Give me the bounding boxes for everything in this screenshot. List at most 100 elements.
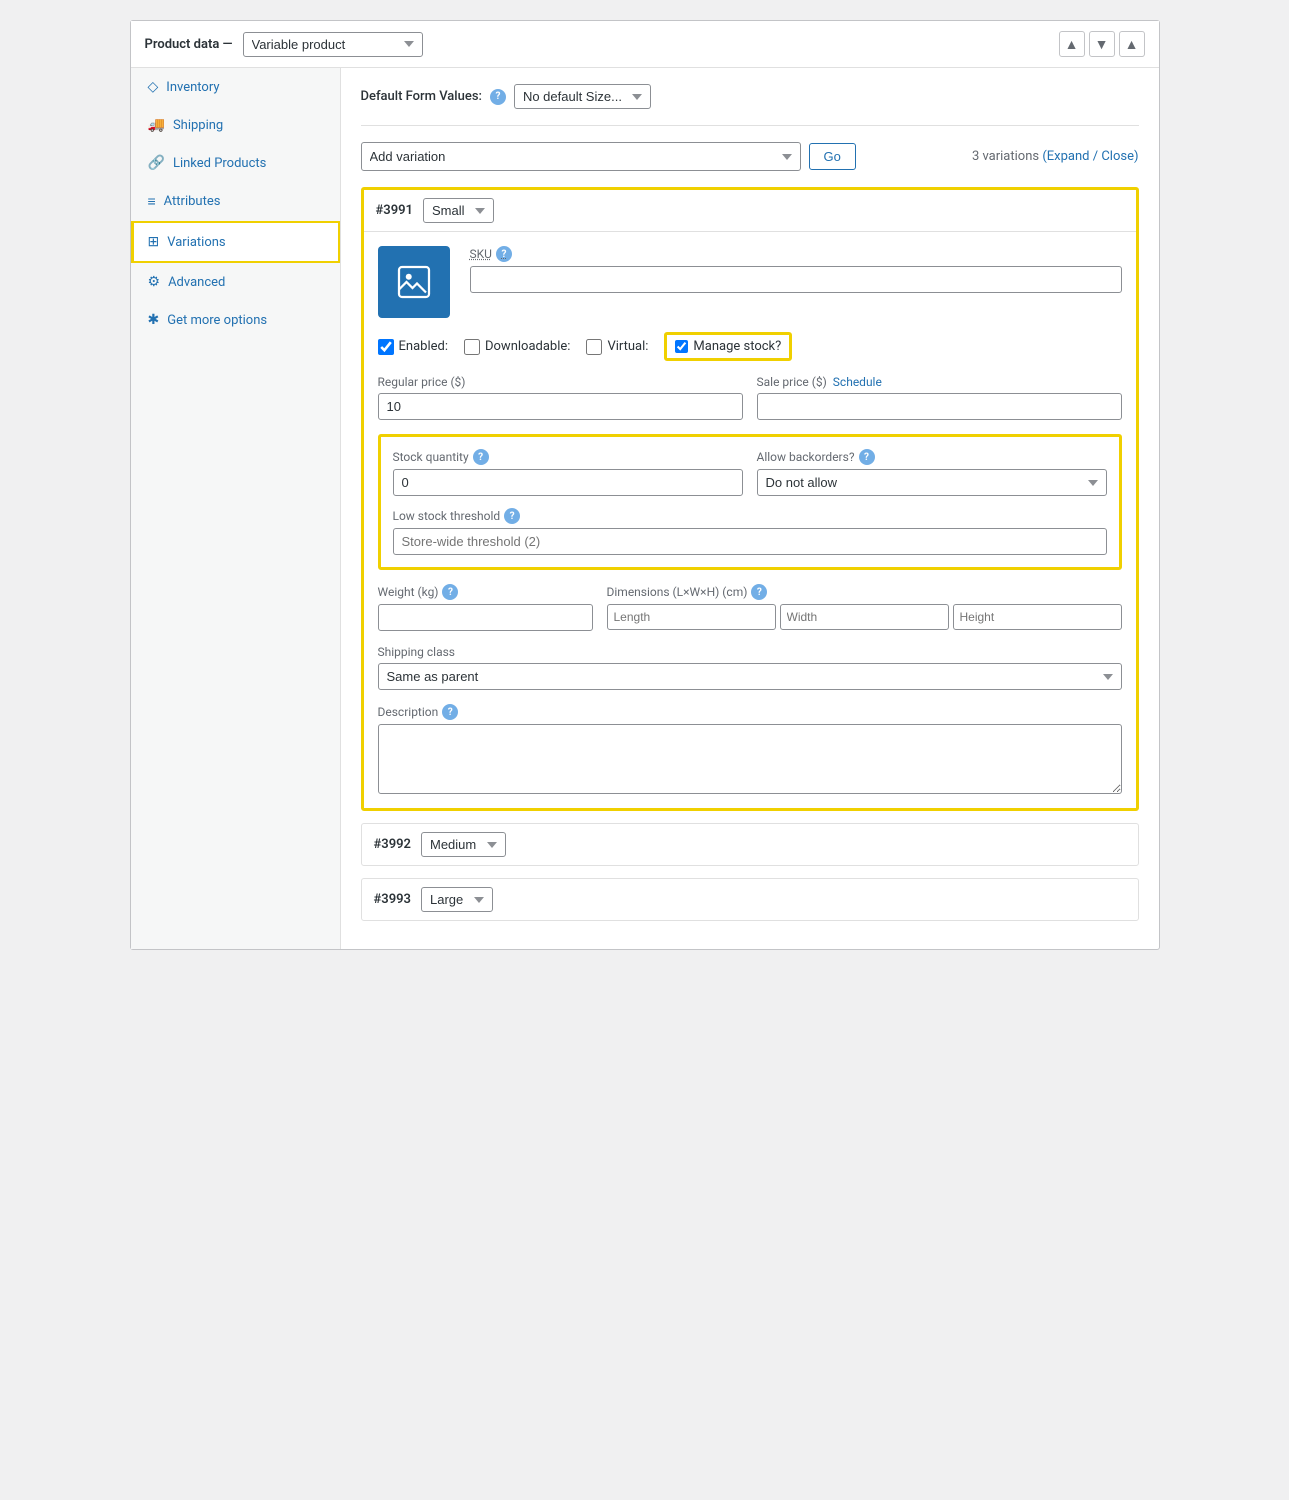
sale-price-section: Sale price ($) Schedule [757, 375, 1122, 420]
enabled-label[interactable]: Enabled: [399, 339, 448, 354]
variation-3991-content: SKU ? Enabled: [364, 232, 1136, 808]
collapse-up-button[interactable]: ▲ [1059, 31, 1085, 57]
shipping-class-label: Shipping class [378, 645, 1122, 659]
product-data-header: Product data — Variable product ▲ ▼ ▲ [131, 21, 1159, 68]
variation-block-3991: #3991 Small [361, 187, 1139, 811]
variation-3993-header: #3993 Large [362, 879, 1138, 920]
sku-input[interactable] [470, 266, 1122, 293]
sidebar: ◇ Inventory 🚚 Shipping 🔗 Linked Products… [131, 68, 341, 949]
virtual-checkbox-group: Virtual: [586, 339, 648, 355]
backorders-help-icon[interactable]: ? [859, 449, 875, 465]
variations-icon: ⊞ [148, 234, 160, 250]
go-button[interactable]: Go [809, 143, 856, 170]
stock-qty-section: Stock quantity ? [393, 449, 743, 496]
attributes-icon: ≡ [148, 193, 156, 210]
sidebar-item-label-attributes: Attributes [164, 194, 221, 209]
variations-count: 3 variations (Expand / Close) [972, 149, 1139, 164]
stock-qty-label: Stock quantity ? [393, 449, 743, 465]
description-row: Description ? [378, 704, 1122, 794]
sidebar-item-inventory[interactable]: ◇ Inventory [131, 68, 340, 106]
variation-3993-id: #3993 [374, 892, 411, 907]
product-data-title: Product data — [145, 37, 233, 52]
link-icon: 🔗 [148, 155, 165, 171]
enabled-checkbox[interactable] [378, 339, 394, 355]
schedule-link[interactable]: Schedule [833, 375, 882, 389]
sidebar-item-label-get-more-options: Get more options [167, 313, 267, 328]
weight-dimensions-row: Weight (kg) ? Dimensions (L×W×H) (cm) ? [378, 584, 1122, 631]
backorders-select[interactable]: Do not allow [757, 469, 1107, 496]
variation-3992-header: #3992 Medium [362, 824, 1138, 865]
sidebar-item-variations[interactable]: ⊞ Variations [131, 221, 340, 263]
variation-block-3993: #3993 Large [361, 878, 1139, 921]
variation-block-3992: #3992 Medium [361, 823, 1139, 866]
expand-button[interactable]: ▲ [1119, 31, 1145, 57]
description-help-icon[interactable]: ? [442, 704, 458, 720]
default-form-help-icon[interactable]: ? [490, 89, 506, 105]
variation-3993-size-select[interactable]: Large [421, 887, 493, 912]
low-stock-input[interactable] [393, 528, 1107, 555]
weight-help-icon[interactable]: ? [442, 584, 458, 600]
sidebar-item-label-advanced: Advanced [168, 275, 225, 290]
sidebar-item-get-more-options[interactable]: ✱ Get more options [131, 301, 340, 339]
variation-3991-id: #3991 [376, 203, 413, 218]
manage-stock-checkbox-group: Manage stock? [664, 332, 792, 361]
product-data-body: ◇ Inventory 🚚 Shipping 🔗 Linked Products… [131, 68, 1159, 949]
sidebar-item-advanced[interactable]: ⚙ Advanced [131, 263, 340, 301]
sidebar-item-label-linked-products: Linked Products [173, 156, 266, 171]
sidebar-item-shipping[interactable]: 🚚 Shipping [131, 106, 340, 144]
length-input[interactable] [607, 604, 776, 630]
collapse-down-button[interactable]: ▼ [1089, 31, 1115, 57]
manage-stock-checkbox[interactable] [675, 340, 688, 353]
inventory-icon: ◇ [148, 79, 159, 95]
image-placeholder-icon [396, 264, 432, 300]
variation-3992-id: #3992 [374, 837, 411, 852]
sku-help-icon[interactable]: ? [496, 246, 512, 262]
variation-3992-size-select[interactable]: Medium [421, 832, 506, 857]
manage-stock-label[interactable]: Manage stock? [693, 339, 781, 354]
sidebar-item-label-inventory: Inventory [166, 80, 219, 95]
sidebar-item-label-shipping: Shipping [173, 118, 223, 133]
default-form-select[interactable]: No default Size... [514, 84, 651, 109]
low-stock-help-icon[interactable]: ? [504, 508, 520, 524]
backorders-section: Allow backorders? ? Do not allow [757, 449, 1107, 496]
weight-label: Weight (kg) ? [378, 584, 593, 600]
sku-label: SKU ? [470, 246, 1122, 262]
sale-price-label-row: Sale price ($) Schedule [757, 375, 1122, 389]
shipping-class-row: Shipping class Same as parent [378, 645, 1122, 690]
stock-row: Stock quantity ? Allow backorders? ? [393, 449, 1107, 496]
dimensions-help-icon[interactable]: ? [751, 584, 767, 600]
default-form-label: Default Form Values: [361, 89, 482, 104]
sidebar-item-attributes[interactable]: ≡ Attributes [131, 182, 340, 221]
dimensions-label: Dimensions (L×W×H) (cm) ? [607, 584, 1122, 600]
downloadable-checkbox-group: Downloadable: [464, 339, 570, 355]
stock-qty-help-icon[interactable]: ? [473, 449, 489, 465]
price-row: Regular price ($) Sale price ($) Schedul… [378, 375, 1122, 420]
product-type-select[interactable]: Variable product [243, 32, 423, 57]
height-input[interactable] [953, 604, 1122, 630]
regular-price-input[interactable] [378, 393, 743, 420]
expand-close-link[interactable]: (Expand / Close) [1042, 149, 1138, 164]
sale-price-label: Sale price ($) [757, 375, 827, 389]
downloadable-label[interactable]: Downloadable: [485, 339, 570, 354]
virtual-label[interactable]: Virtual: [607, 339, 648, 354]
weight-input[interactable] [378, 604, 593, 631]
sale-price-input[interactable] [757, 393, 1122, 420]
width-input[interactable] [780, 604, 949, 630]
stock-qty-input[interactable] [393, 469, 743, 496]
downloadable-checkbox[interactable] [464, 339, 480, 355]
advanced-icon: ⚙ [148, 274, 161, 290]
virtual-checkbox[interactable] [586, 339, 602, 355]
sidebar-item-linked-products[interactable]: 🔗 Linked Products [131, 144, 340, 182]
checkboxes-row: Enabled: Downloadable: Virtual: Man [378, 332, 1122, 361]
variation-3991-header: #3991 Small [364, 190, 1136, 232]
regular-price-label: Regular price ($) [378, 375, 743, 389]
variation-image-button[interactable] [378, 246, 450, 318]
backorders-label: Allow backorders? ? [757, 449, 1107, 465]
description-textarea[interactable] [378, 724, 1122, 794]
regular-price-section: Regular price ($) [378, 375, 743, 420]
enabled-checkbox-group: Enabled: [378, 339, 448, 355]
shipping-class-select[interactable]: Same as parent [378, 663, 1122, 690]
add-variation-row: Add variation Go 3 variations (Expand / … [361, 142, 1139, 171]
variation-3991-size-select[interactable]: Small [423, 198, 494, 223]
add-variation-select[interactable]: Add variation [361, 142, 801, 171]
